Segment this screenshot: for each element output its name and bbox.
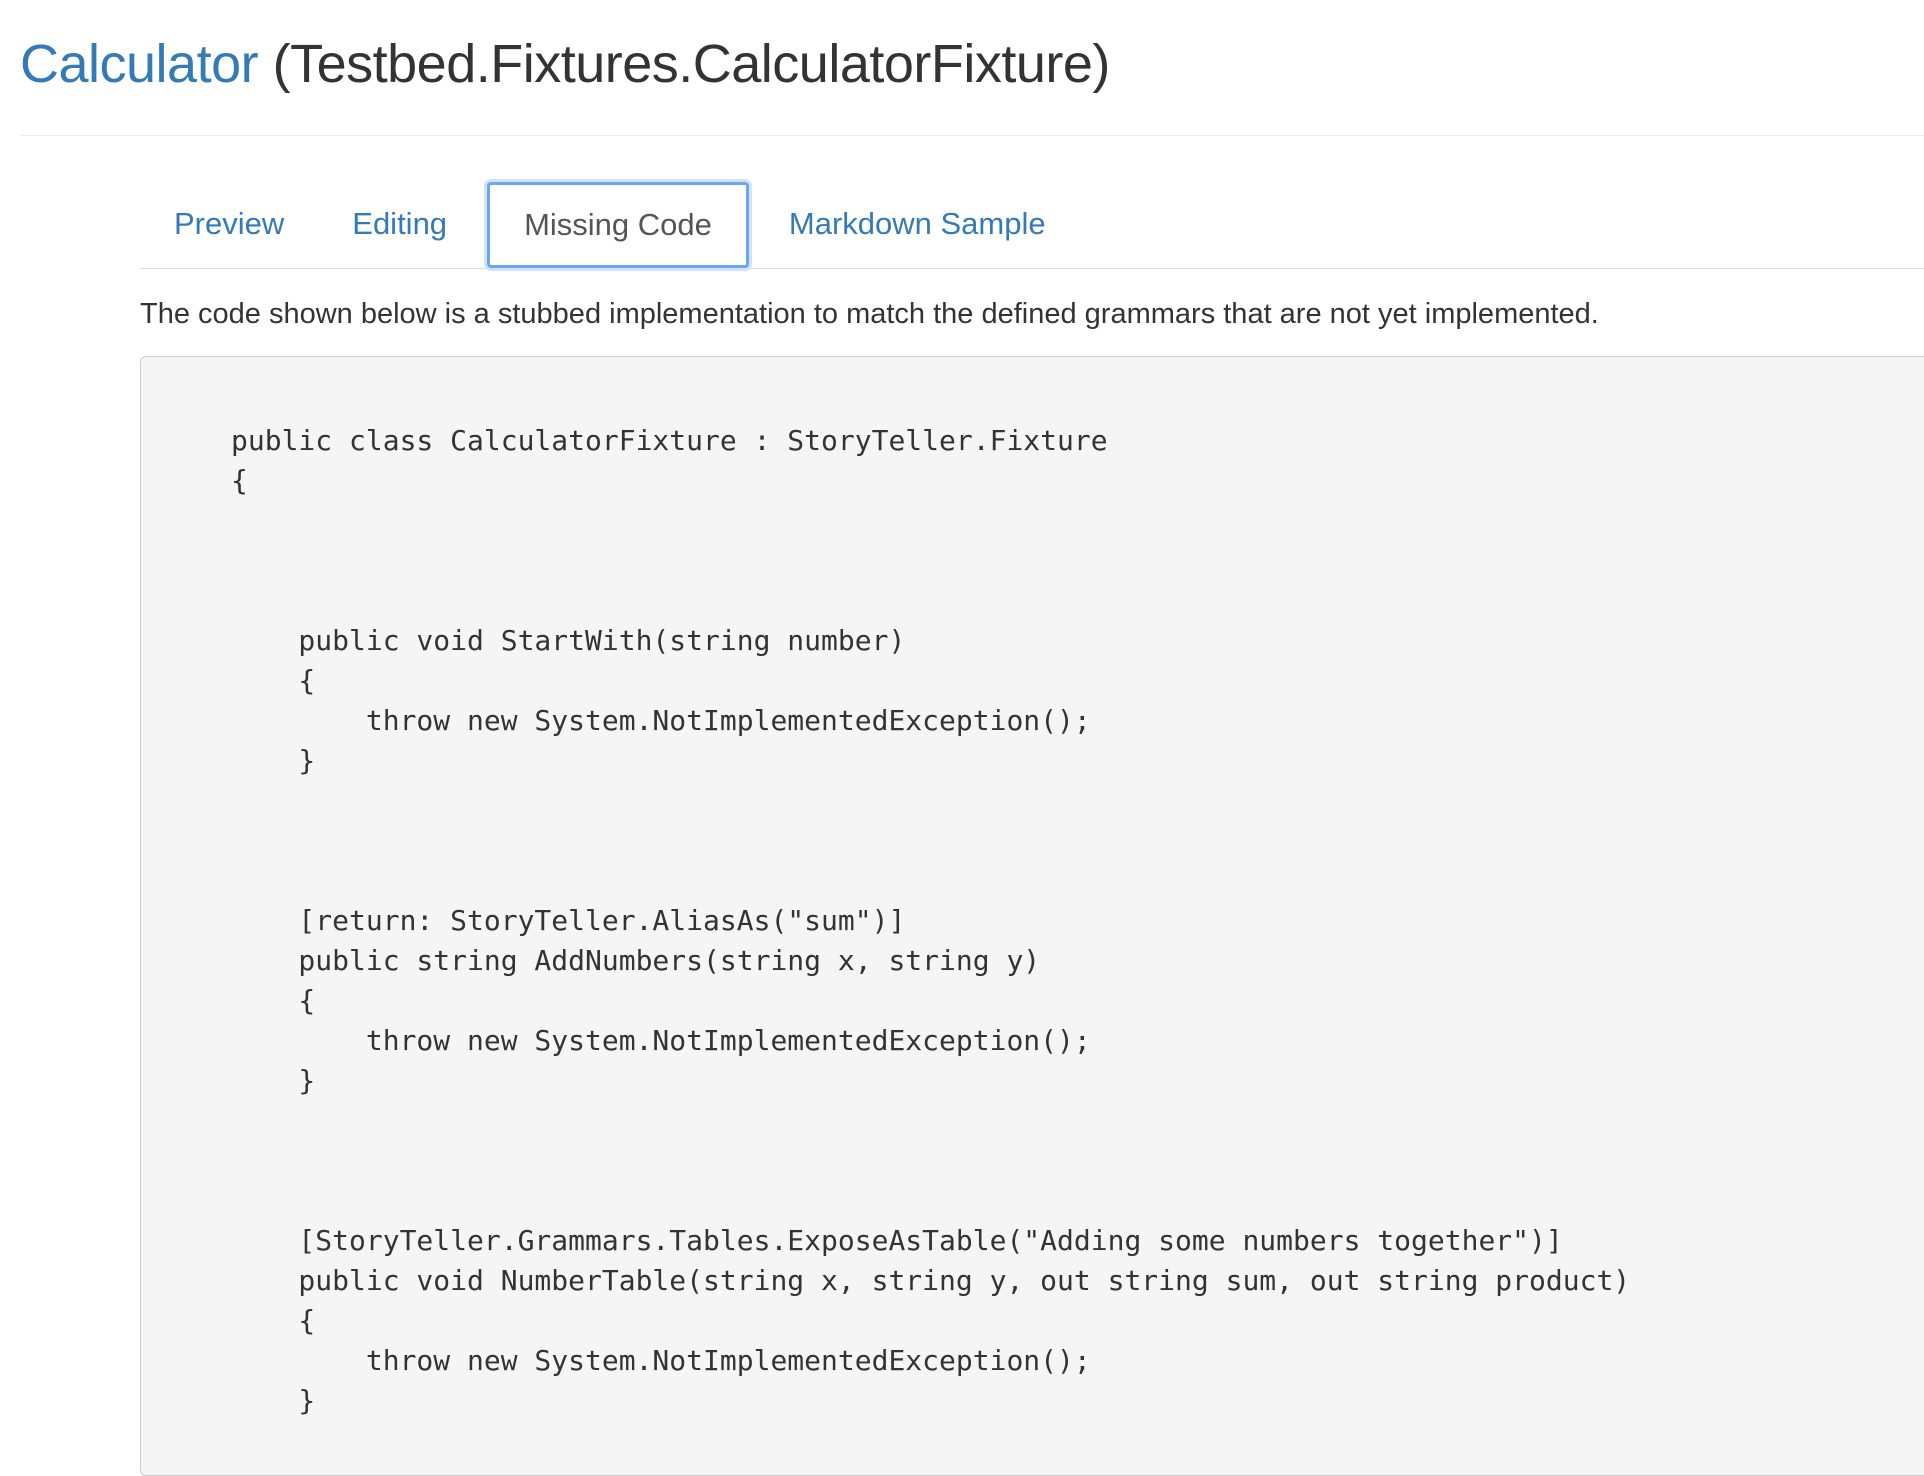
calculator-title-link[interactable]: Calculator <box>20 34 259 94</box>
tab-bar: Preview Editing Missing Code Markdown Sa… <box>140 180 1924 269</box>
page-title: Calculator (Testbed.Fixtures.CalculatorF… <box>20 28 1924 100</box>
stub-code: public class CalculatorFixture : StoryTe… <box>231 424 1631 1417</box>
missing-code-description: The code shown below is a stubbed implem… <box>140 298 1599 330</box>
code-block: public class CalculatorFixture : StoryTe… <box>140 356 1924 1476</box>
fixture-name: (Testbed.Fixtures.CalculatorFixture) <box>272 34 1111 94</box>
tab-markdown-sample[interactable]: Markdown Sample <box>755 180 1080 268</box>
tab-missing-code[interactable]: Missing Code <box>487 182 749 268</box>
tab-preview[interactable]: Preview <box>140 180 318 268</box>
page-header: Calculator (Testbed.Fixtures.CalculatorF… <box>20 28 1924 136</box>
tab-editing[interactable]: Editing <box>318 180 481 268</box>
